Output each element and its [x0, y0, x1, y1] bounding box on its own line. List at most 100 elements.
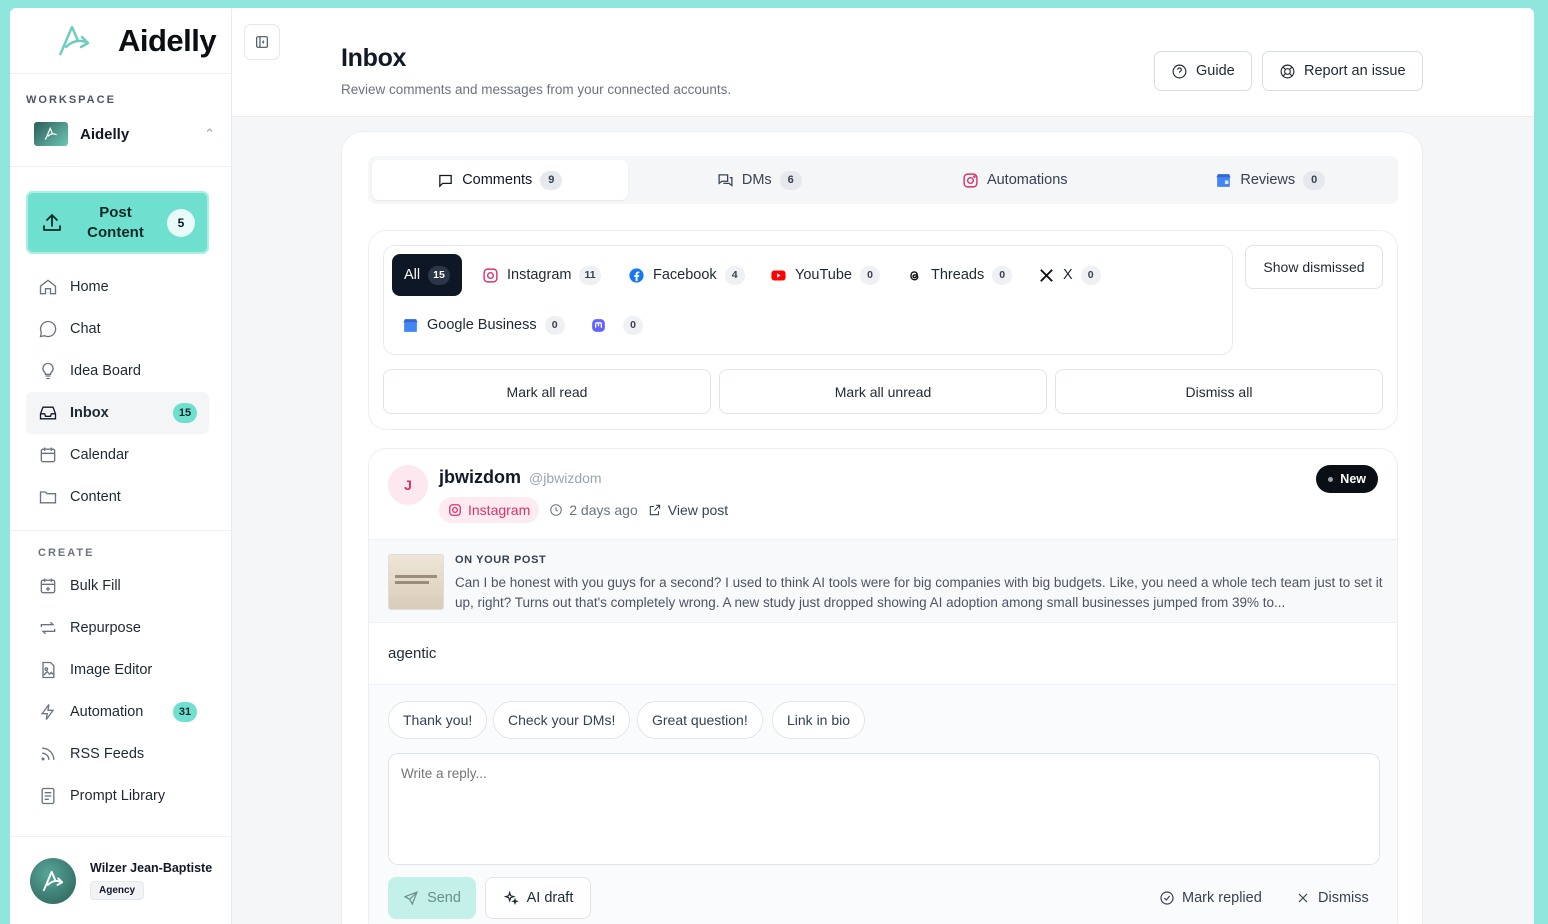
filter-label: All — [404, 267, 421, 283]
divider — [10, 166, 231, 167]
quick-reply-thank-you[interactable]: Thank you! — [388, 701, 488, 739]
rss-icon — [41, 747, 55, 761]
tab-count: 9 — [540, 170, 563, 190]
show-dismissed-button[interactable]: Show dismissed — [1245, 245, 1383, 289]
filter-label: Threads — [931, 267, 985, 283]
external-link-icon — [649, 504, 660, 516]
user-profile[interactable]: Wilzer Jean-Baptiste Agency — [10, 836, 231, 924]
filter-label: Google Business — [427, 317, 537, 333]
tab-reviews[interactable]: Reviews 0 — [1143, 156, 1399, 204]
workspace-selector[interactable]: Aidelly ⌃ — [34, 120, 215, 148]
dismiss-button[interactable]: Dismiss — [1295, 877, 1369, 919]
sidebar-item-inbox[interactable]: Inbox 15 — [26, 392, 209, 434]
filter-mastodon[interactable]: 0 — [590, 304, 643, 346]
messages-icon — [718, 173, 733, 187]
filter-instagram[interactable]: Instagram 11 — [482, 254, 601, 296]
avatar: J — [388, 465, 428, 505]
sidebar-item-automation[interactable]: Automation 31 — [10, 691, 231, 733]
aidelly-logo-icon — [58, 25, 90, 55]
app-window: Aidelly WORKSPACE Aidelly ⌃ Post Content… — [10, 8, 1534, 924]
sidebar-item-repurpose[interactable]: Repurpose — [10, 607, 231, 649]
sidebar-item-calendar[interactable]: Calendar — [10, 434, 231, 476]
guide-label: Guide — [1196, 63, 1235, 79]
post-content-button[interactable]: Post Content 5 — [26, 191, 209, 254]
post-thumbnail — [388, 554, 444, 610]
inbox-count-badge: 15 — [173, 403, 197, 423]
sidebar-item-idea-board[interactable]: Idea Board — [10, 350, 231, 392]
tab-count: 0 — [1303, 170, 1326, 190]
main-nav: Home Chat Idea Board Inbox 15 Calendar C… — [10, 266, 231, 817]
create-section-label: CREATE — [38, 547, 95, 559]
quick-reply-link-in-bio[interactable]: Link in bio — [772, 701, 866, 739]
mark-all-unread-button[interactable]: Mark all unread — [719, 369, 1047, 414]
filter-google-business[interactable]: Google Business 0 — [402, 304, 565, 346]
calendar-plus-icon — [40, 578, 56, 594]
view-post-label: View post — [667, 502, 729, 518]
page-title: Inbox — [341, 44, 407, 72]
folder-icon — [39, 491, 57, 504]
facebook-icon — [629, 267, 644, 283]
view-post-link[interactable]: View post — [648, 502, 728, 518]
tab-dms[interactable]: DMs 6 — [632, 156, 888, 204]
filter-count: 11 — [579, 265, 601, 285]
chat-icon — [39, 320, 57, 338]
filter-count: 0 — [544, 315, 565, 335]
ai-draft-button[interactable]: AI draft — [485, 877, 591, 919]
send-label: Send — [427, 890, 461, 906]
sparkles-icon — [503, 890, 519, 906]
comment-time: 2 days ago — [569, 502, 638, 518]
chevron-up-down-icon: ⌃ — [204, 126, 215, 141]
quick-reply-check-dms[interactable]: Check your DMs! — [493, 701, 631, 739]
comment-meta: Instagram 2 days ago View post — [439, 497, 728, 523]
guide-button[interactable]: Guide — [1154, 51, 1252, 91]
filter-all[interactable]: All 15 — [392, 254, 462, 296]
comment-text: agentic — [388, 645, 437, 662]
mark-replied-button[interactable]: Mark replied — [1159, 877, 1262, 919]
sidebar-item-chat[interactable]: Chat — [10, 308, 231, 350]
send-button[interactable]: Send — [388, 877, 476, 919]
collapse-sidebar-button[interactable] — [244, 24, 280, 60]
sidebar-item-label: Automation — [70, 704, 144, 720]
main-area: Inbox Review comments and messages from … — [232, 8, 1534, 924]
post-reference-label: ON YOUR POST — [455, 554, 547, 566]
filter-count: 0 — [623, 315, 643, 335]
tab-automations[interactable]: Automations — [887, 156, 1143, 204]
sidebar-item-label: Prompt Library — [70, 788, 166, 804]
mark-all-read-button[interactable]: Mark all read — [383, 369, 711, 414]
page-subtitle: Review comments and messages from your c… — [341, 82, 732, 97]
quick-reply-great-question[interactable]: Great question! — [637, 701, 763, 739]
sidebar-item-bulk-fill[interactable]: Bulk Fill — [10, 565, 231, 607]
sidebar-item-label: Content — [70, 489, 121, 505]
dismiss-label: Dismiss — [1318, 890, 1369, 906]
x-icon — [1040, 268, 1053, 282]
filter-x[interactable]: X 0 — [1038, 254, 1101, 296]
sidebar-item-prompt-library[interactable]: Prompt Library — [10, 775, 231, 817]
dismiss-all-button[interactable]: Dismiss all — [1055, 369, 1383, 414]
calendar-icon — [40, 447, 56, 463]
sidebar-item-rss-feeds[interactable]: RSS Feeds — [10, 733, 231, 775]
reply-input[interactable] — [388, 753, 1380, 865]
filter-youtube[interactable]: YouTube 0 — [770, 254, 880, 296]
check-circle-icon — [1160, 891, 1174, 905]
sidebar-item-image-editor[interactable]: Image Editor — [10, 649, 231, 691]
status-badge-label: New — [1340, 472, 1366, 486]
post-content-label-line1: Post — [99, 203, 132, 221]
filter-facebook[interactable]: Facebook 4 — [628, 254, 745, 296]
home-icon — [39, 279, 57, 295]
google-business-icon — [1216, 173, 1231, 187]
inbox-icon — [39, 406, 57, 420]
inbox-tabs: Comments 9 DMs 6 Automations Reviews 0 — [368, 156, 1398, 204]
sidebar-item-content[interactable]: Content — [10, 476, 231, 518]
comment-author[interactable]: jbwizdom — [439, 467, 521, 488]
clock-icon — [550, 504, 563, 516]
sidebar-item-home[interactable]: Home — [10, 266, 231, 308]
instagram-icon — [483, 267, 498, 283]
report-issue-button[interactable]: Report an issue — [1262, 51, 1423, 91]
tab-label: DMs — [741, 172, 772, 188]
user-name: Wilzer Jean-Baptiste — [90, 861, 213, 875]
sidebar-item-label: Bulk Fill — [70, 578, 121, 594]
youtube-icon — [771, 270, 786, 280]
tab-comments[interactable]: Comments 9 — [372, 160, 628, 200]
filter-threads[interactable]: Threads 0 — [906, 254, 1013, 296]
brand[interactable]: Aidelly — [10, 8, 231, 74]
